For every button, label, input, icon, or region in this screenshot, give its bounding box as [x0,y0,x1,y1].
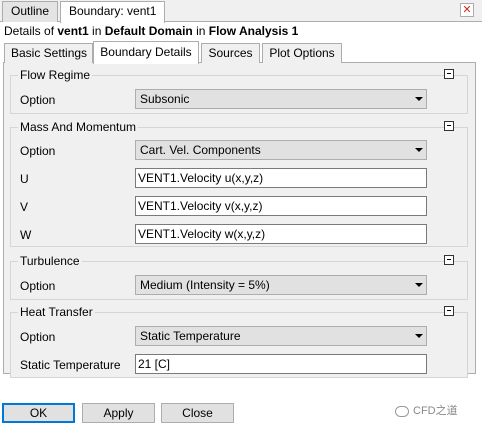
details-analysis: Flow Analysis 1 [208,24,299,38]
tab-outline[interactable]: Outline [2,1,59,22]
ok-button[interactable]: OK [2,403,75,423]
heat-transfer-collapse-icon[interactable] [444,306,454,316]
flow-regime-option-select[interactable]: Subsonic [135,89,427,109]
mass-momentum-title: Mass And Momentum [18,120,139,134]
chevron-down-icon[interactable] [415,148,423,152]
v-label: V [20,200,29,214]
turbulence-title: Turbulence [18,254,82,268]
close-icon[interactable]: ✕ [460,3,474,17]
tab-boundary-vent1[interactable]: Boundary: vent1 [60,1,166,23]
u-input[interactable]: VENT1.Velocity u(x,y,z) [135,168,427,188]
details-domain: Default Domain [104,24,193,38]
apply-button[interactable]: Apply [82,403,155,423]
wechat-icon [395,405,409,417]
turbulence-option-label: Option [20,279,56,293]
watermark-text: CFD之道 [413,405,458,417]
static-temperature-label: Static Temperature [20,358,121,372]
v-input[interactable]: VENT1.Velocity v(x,y,z) [135,196,427,216]
u-label: U [20,172,29,186]
close-button[interactable]: Close [161,403,234,423]
chevron-down-icon[interactable] [415,97,423,101]
details-object: vent1 [57,24,89,38]
heat-transfer-option-select[interactable]: Static Temperature [135,326,427,346]
watermark: CFD之道 [395,402,458,420]
mass-momentum-option-label: Option [20,144,56,158]
flow-regime-collapse-icon[interactable] [444,69,454,79]
flow-regime-title: Flow Regime [18,68,93,82]
mass-momentum-option-select[interactable]: Cart. Vel. Components [135,140,427,160]
static-temperature-input[interactable]: 21 [C] [135,354,427,374]
w-input[interactable]: VENT1.Velocity w(x,y,z) [135,224,427,244]
details-prefix: Details of [4,24,58,38]
w-label: W [20,228,32,242]
tab-plot-options[interactable]: Plot Options [262,43,342,63]
turbulence-collapse-icon[interactable] [444,255,454,265]
chevron-down-icon[interactable] [415,283,423,287]
tab-sources[interactable]: Sources [201,43,260,63]
heat-transfer-title: Heat Transfer [18,305,95,319]
flow-regime-option-label: Option [20,93,56,107]
details-in-2: in [192,24,209,38]
mass-momentum-collapse-icon[interactable] [444,121,454,131]
tab-boundary-details[interactable]: Boundary Details [93,41,199,64]
chevron-down-icon[interactable] [415,334,423,338]
tab-basic-settings[interactable]: Basic Settings [4,43,93,63]
details-in-1: in [88,24,105,38]
turbulence-option-select[interactable]: Medium (Intensity = 5%) [135,275,427,295]
details-header: Details of vent1 in Default Domain in Fl… [4,23,298,39]
heat-transfer-option-label: Option [20,330,56,344]
